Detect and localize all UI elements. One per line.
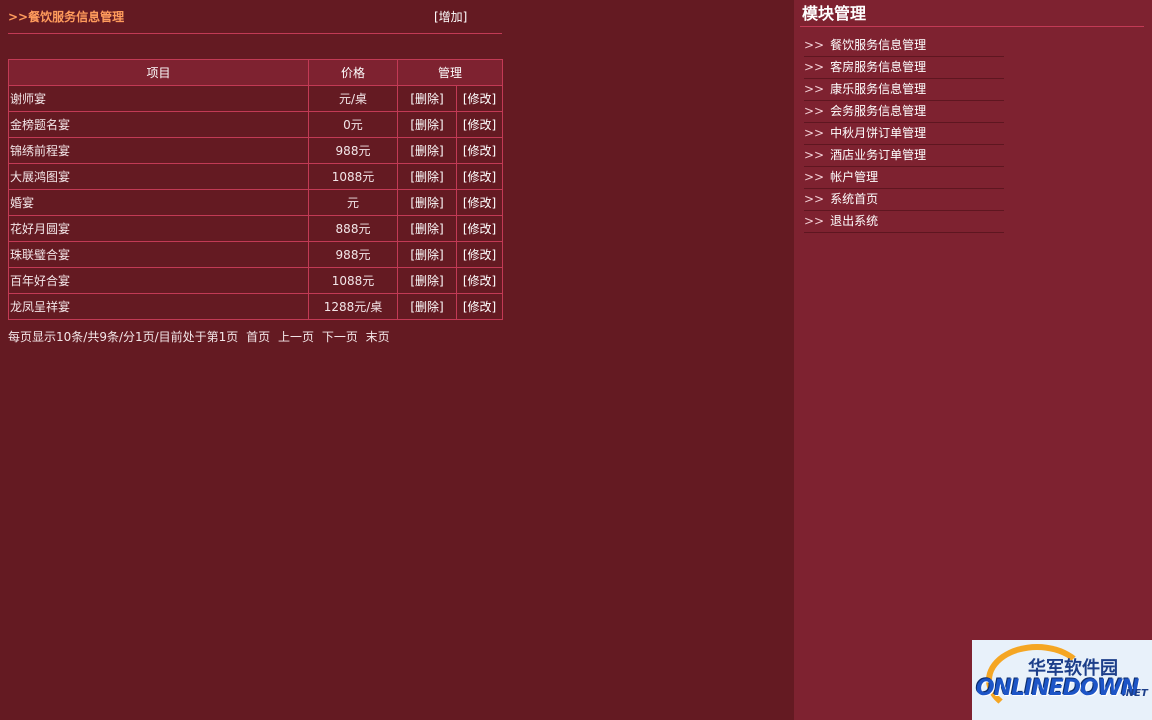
sidebar-divider: [800, 26, 1144, 27]
edit-button[interactable]: [修改]: [456, 111, 503, 138]
pagination-info: 每页显示10条/共9条/分1页/目前处于第1页: [8, 330, 239, 344]
last-page-link[interactable]: 末页: [366, 330, 390, 344]
sidebar-item-rooms[interactable]: >> 客房服务信息管理: [804, 57, 1004, 79]
edit-button[interactable]: [修改]: [456, 137, 503, 164]
table-row: 谢师宴 元/桌 [删除] [修改]: [8, 85, 503, 112]
row-price: 1288元/桌: [308, 293, 398, 320]
table-row: 婚宴 元 [删除] [修改]: [8, 189, 503, 216]
sidebar-item-label: 康乐服务信息管理: [830, 82, 927, 96]
edit-button[interactable]: [修改]: [456, 267, 503, 294]
double-chevron-icon: >>: [804, 38, 825, 52]
row-name: 珠联璧合宴: [8, 241, 309, 268]
row-name: 婚宴: [8, 189, 309, 216]
sidebar-item-home[interactable]: >> 系统首页: [804, 189, 1004, 211]
sidebar-item-label: 酒店业务订单管理: [830, 148, 927, 162]
row-price: 888元: [308, 215, 398, 242]
row-name: 大展鸿图宴: [8, 163, 309, 190]
watermark-en-text: ONLINEDOWN: [976, 676, 1139, 701]
row-name: 谢师宴: [8, 85, 309, 112]
edit-button[interactable]: [修改]: [456, 163, 503, 190]
watermark-net-text: .NET: [1122, 688, 1148, 699]
double-chevron-icon: >>: [804, 126, 825, 140]
table-row: 金榜题名宴 0元 [删除] [修改]: [8, 111, 503, 138]
delete-button[interactable]: [删除]: [397, 111, 457, 138]
delete-button[interactable]: [删除]: [397, 267, 457, 294]
delete-button[interactable]: [删除]: [397, 189, 457, 216]
sidebar-item-conference[interactable]: >> 会务服务信息管理: [804, 101, 1004, 123]
double-chevron-icon: >>: [804, 170, 825, 184]
sidebar-item-label: 客房服务信息管理: [830, 60, 927, 74]
sidebar-item-logout[interactable]: >> 退出系统: [804, 211, 1004, 233]
sidebar-item-label: 帐户管理: [830, 170, 879, 184]
sidebar-item-hotel-orders[interactable]: >> 酒店业务订单管理: [804, 145, 1004, 167]
column-header-price: 价格: [308, 59, 398, 86]
row-price: 0元: [308, 111, 398, 138]
delete-button[interactable]: [删除]: [397, 241, 457, 268]
double-chevron-icon: >>: [804, 148, 825, 162]
section-title: >>餐饮服务信息管理: [8, 10, 125, 24]
sidebar-item-dining[interactable]: >> 餐饮服务信息管理: [804, 35, 1004, 57]
next-page-link[interactable]: 下一页: [322, 330, 358, 344]
column-header-item: 项目: [8, 59, 309, 86]
row-name: 百年好合宴: [8, 267, 309, 294]
dining-service-table: 项目 价格 管理 谢师宴 元/桌 [删除] [修改] 金榜题名宴 0元 [删除]…: [8, 59, 503, 320]
first-page-link[interactable]: 首页: [246, 330, 270, 344]
row-name: 锦绣前程宴: [8, 137, 309, 164]
table-row: 花好月圆宴 888元 [删除] [修改]: [8, 215, 503, 242]
double-chevron-icon: >>: [804, 104, 825, 118]
delete-button[interactable]: [删除]: [397, 163, 457, 190]
row-price: 1088元: [308, 267, 398, 294]
double-chevron-icon: >>: [804, 214, 825, 228]
sidebar-item-label: 中秋月饼订单管理: [830, 126, 927, 140]
sidebar-item-label: 系统首页: [830, 192, 879, 206]
delete-button[interactable]: [删除]: [397, 85, 457, 112]
table-row: 珠联璧合宴 988元 [删除] [修改]: [8, 241, 503, 268]
edit-button[interactable]: [修改]: [456, 241, 503, 268]
sidebar-item-accounts[interactable]: >> 帐户管理: [804, 167, 1004, 189]
sidebar: 模块管理 >> 餐饮服务信息管理 >> 客房服务信息管理 >> 康乐服务信息管理 >>…: [794, 0, 1152, 720]
table-row: 龙凤呈祥宴 1288元/桌 [删除] [修改]: [8, 293, 503, 320]
main-panel: >>餐饮服务信息管理 [增加] 项目 价格 管理 谢师宴 元/桌 [删除] [修…: [0, 0, 794, 720]
sidebar-item-label: 会务服务信息管理: [830, 104, 927, 118]
edit-button[interactable]: [修改]: [456, 189, 503, 216]
prev-page-link[interactable]: 上一页: [278, 330, 314, 344]
row-price: 988元: [308, 241, 398, 268]
double-chevron-icon: >>: [804, 60, 825, 74]
double-chevron-icon: >>: [804, 82, 825, 96]
row-price: 1088元: [308, 163, 398, 190]
row-name: 花好月圆宴: [8, 215, 309, 242]
double-chevron-icon: >>: [804, 192, 825, 206]
module-menu: >> 餐饮服务信息管理 >> 客房服务信息管理 >> 康乐服务信息管理 >> 会务服务信…: [804, 35, 1004, 233]
delete-button[interactable]: [删除]: [397, 137, 457, 164]
sidebar-item-recreation[interactable]: >> 康乐服务信息管理: [804, 79, 1004, 101]
table-header-row: 项目 价格 管理: [8, 59, 503, 86]
watermark-logo: 华军软件园 ONLINEDOWN .NET: [972, 640, 1152, 720]
sidebar-title: 模块管理: [802, 4, 867, 23]
table-row: 锦绣前程宴 988元 [删除] [修改]: [8, 137, 503, 164]
row-name: 金榜题名宴: [8, 111, 309, 138]
delete-button[interactable]: [删除]: [397, 293, 457, 320]
sidebar-item-label: 餐饮服务信息管理: [830, 38, 927, 52]
delete-button[interactable]: [删除]: [397, 215, 457, 242]
sidebar-item-label: 退出系统: [830, 214, 879, 228]
row-price: 988元: [308, 137, 398, 164]
section-header: >>餐饮服务信息管理 [增加]: [8, 7, 502, 34]
row-price: 元: [308, 189, 398, 216]
table-row: 百年好合宴 1088元 [删除] [修改]: [8, 267, 503, 294]
sidebar-item-mooncake-orders[interactable]: >> 中秋月饼订单管理: [804, 123, 1004, 145]
row-name: 龙凤呈祥宴: [8, 293, 309, 320]
edit-button[interactable]: [修改]: [456, 293, 503, 320]
edit-button[interactable]: [修改]: [456, 85, 503, 112]
edit-button[interactable]: [修改]: [456, 215, 503, 242]
table-row: 大展鸿图宴 1088元 [删除] [修改]: [8, 163, 503, 190]
add-button[interactable]: [增加]: [434, 8, 467, 25]
pagination: 每页显示10条/共9条/分1页/目前处于第1页 首页 上一页 下一页 末页: [8, 328, 390, 345]
row-price: 元/桌: [308, 85, 398, 112]
column-header-manage: 管理: [397, 59, 503, 86]
